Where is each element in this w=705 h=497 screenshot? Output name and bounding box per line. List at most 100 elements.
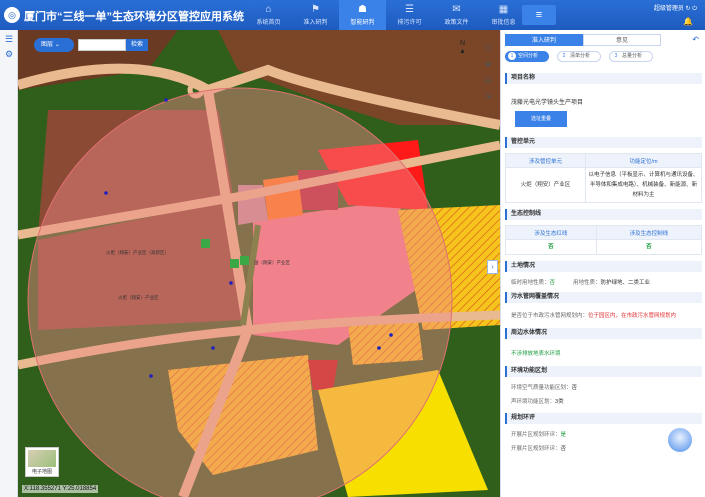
map-view[interactable]: 火炬（翔安）产业区（高新区） 国（翔安）产业区 火炬（翔安）产业区 图层 ⌄ 检…: [18, 30, 500, 497]
panel-content: 项目名称 茂藤光电光学镜头生产项目 选址重叠 管控单元 涉及管控单元 功能定位/…: [505, 70, 703, 452]
map-marker: [230, 259, 239, 268]
nav-home[interactable]: ⌂ 系统首页: [245, 0, 292, 30]
site-overlap-button[interactable]: 选址重叠: [515, 111, 567, 127]
map-point: [149, 374, 153, 378]
env-noise-label: 声环境功能区划：: [511, 399, 556, 405]
north-arrow: N ▲: [459, 40, 466, 55]
home-icon: ⌂: [265, 4, 272, 15]
back-icon[interactable]: ↶: [692, 35, 699, 44]
env-air-value: 否: [571, 385, 578, 391]
nav-smart-analysis[interactable]: ☗ 智能研判: [339, 0, 386, 30]
panel-tabs: 准入研判 意见: [505, 34, 661, 46]
tab-access-analysis[interactable]: 准入研判: [505, 34, 583, 46]
flag-icon: ⚑: [311, 4, 320, 15]
left-rail: ☰ ⚙: [0, 30, 18, 497]
basemap-switch[interactable]: 电子地图: [25, 447, 59, 477]
nav-access[interactable]: ⚑ 准入研判: [292, 0, 339, 30]
map-marker: [201, 239, 210, 248]
nav-approval[interactable]: ▦ 审批信息: [480, 0, 527, 30]
land-temp-value: 否: [549, 280, 556, 286]
sewage-row: 是否位于市政污水管网规划内： 位于园区内，在市政污水管网规划内: [511, 311, 702, 319]
bell-icon[interactable]: 🔔: [683, 17, 693, 26]
logout-icon[interactable]: ⏻: [692, 6, 697, 12]
water-text: 不涉排放地表水环境: [511, 351, 561, 357]
nav-permit[interactable]: ☰ 排污许可: [386, 0, 433, 30]
env-noise-row: 声环境功能区划： 3类: [511, 397, 702, 405]
buffer-circle: [27, 87, 453, 497]
menu-icon[interactable]: ≡: [522, 5, 556, 25]
user-name: 超级管理员: [653, 6, 684, 12]
map-point: [229, 281, 233, 285]
chevron-down-icon: ⌄: [54, 42, 60, 48]
analysis-steps: 1 空间分析 2 清单分析 3 总量分析: [505, 51, 661, 62]
section-project: 项目名称: [505, 73, 702, 84]
search-input[interactable]: [78, 39, 126, 51]
map-point: [377, 346, 381, 350]
collapse-panel-button[interactable]: ›: [487, 260, 498, 274]
map-toolbar: ⏻ ⊕ ⊖ ⇲: [481, 40, 495, 104]
step-list[interactable]: 2 清单分析: [557, 51, 601, 62]
assistant-robot-icon[interactable]: [668, 428, 692, 452]
zoom-out-icon[interactable]: ⊖: [481, 72, 495, 88]
analysis-icon: ☗: [358, 4, 367, 15]
plan-label-1: 开展片区规划环评：: [511, 432, 561, 438]
tool-icon[interactable]: ⚙: [0, 49, 18, 60]
control-header-function: 功能定位/m: [585, 153, 702, 168]
sewage-question: 是否位于市政污水管网规划内：: [511, 313, 589, 319]
refresh-icon[interactable]: ↻: [686, 6, 691, 12]
eco-header-control: 涉及生态控制线: [595, 225, 703, 240]
section-land: 土地情况: [505, 261, 702, 272]
land-use-value: 防护绿地、二类工业: [600, 280, 651, 286]
north-arrow-icon: ▲: [459, 48, 466, 55]
nav-policy[interactable]: ✉ 政策文件: [433, 0, 480, 30]
app-title: 厦门市“三线一单”生态环境分区管控应用系统: [24, 11, 244, 23]
list-icon: ☰: [405, 4, 414, 15]
map-point: [389, 333, 393, 337]
control-function-cell: 以电子信息（平板显示、计算机与通讯设备、半导体和集成电路）、机械装备、新能源、新…: [585, 167, 702, 203]
top-header: ◎ 厦门市“三线一单”生态环境分区管控应用系统 ⌂ 系统首页 ⚑ 准入研判 ☗ 智能研…: [0, 0, 705, 30]
search-button[interactable]: 检索: [126, 39, 148, 51]
measure-icon[interactable]: ⇲: [481, 88, 495, 104]
layer-button[interactable]: 图层 ⌄: [34, 38, 74, 52]
section-water: 周边水体情况: [505, 328, 702, 339]
env-air-label: 环境空气质量功能区划：: [511, 385, 572, 391]
basemap-thumbnail: [28, 450, 56, 467]
env-noise-value: 3类: [555, 399, 564, 405]
section-env-function: 环境功能区划: [505, 366, 702, 377]
map-point: [211, 346, 215, 350]
table-row: 火炬（翔安）产业区 以电子信息（平板显示、计算机与通讯设备、半导体和集成电路）、…: [505, 167, 702, 203]
layers-list-icon[interactable]: ☰: [0, 34, 18, 45]
map-marker: [240, 256, 249, 265]
step-spatial[interactable]: 1 空间分析: [505, 51, 549, 62]
plan-label-2: 开展片区规划环评：: [511, 446, 561, 452]
coordinate-readout: X:118.355271 Y:25.018854: [22, 485, 99, 493]
plan-value-1: 是: [560, 432, 567, 438]
eco-control-value: 否: [595, 239, 703, 255]
control-unit-table: 涉及管控单元 功能定位/m 火炬（翔安）产业区 以电子信息（平板显示、计算机与通…: [505, 153, 702, 203]
parcel-label: 火炬（翔安）产业区: [118, 295, 159, 300]
main-nav: ⌂ 系统首页 ⚑ 准入研判 ☗ 智能研判 ☰ 排污许可 ✉ 政策文件 ▦ 审批信息: [245, 0, 527, 30]
table-row: 否 否: [505, 239, 703, 255]
control-unit-cell: 火炬（翔安）产业区: [505, 167, 586, 203]
control-header-unit: 涉及管控单元: [505, 153, 586, 168]
section-control-unit: 管控单元: [505, 137, 702, 148]
land-info-row: 临时用地性质： 否 用地性质： 防护绿地、二类工业: [511, 278, 702, 286]
project-name: 茂藤光电光学镜头生产项目: [511, 100, 584, 106]
sewage-answer: 位于园区内，在市政污水管网规划内: [588, 313, 677, 319]
locate-icon[interactable]: ⏻: [481, 40, 495, 56]
mail-icon: ✉: [452, 4, 461, 15]
zoom-in-icon[interactable]: ⊕: [481, 56, 495, 72]
section-sewage: 污水管网覆盖情况: [505, 292, 702, 303]
parcel-label: 国（翔安）产业区: [254, 260, 290, 265]
map-point: [104, 191, 108, 195]
env-air-row: 环境空气质量功能区划： 否: [511, 383, 702, 391]
tab-opinion[interactable]: 意见: [583, 34, 661, 46]
eco-header-red: 涉及生态红线: [505, 225, 597, 240]
analysis-panel: 准入研判 意见 ↶ 1 空间分析 2 清单分析 3 总量分析 项目名称 茂藤光电光学镜…: [500, 30, 705, 497]
section-eco-line: 生态控制线: [505, 209, 702, 220]
user-area[interactable]: 超级管理员 ↻ ⏻: [654, 3, 697, 13]
eco-red-value: 否: [505, 239, 597, 255]
section-plan-eia: 规划环评: [505, 413, 702, 424]
step-total[interactable]: 3 总量分析: [609, 51, 653, 62]
plan-value-2: 否: [560, 446, 567, 452]
